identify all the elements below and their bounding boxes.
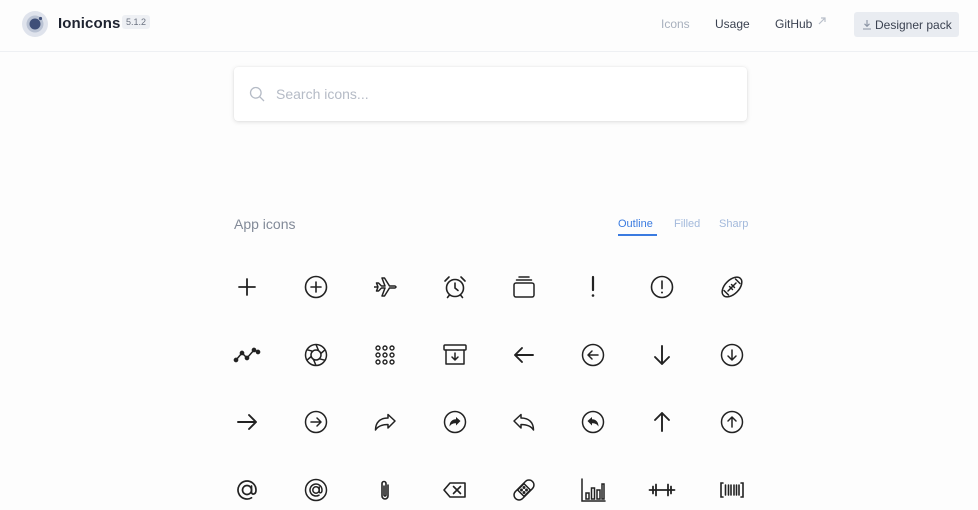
arrow-forward-circle-icon[interactable] [301, 407, 331, 437]
top-header: Ionicons 5.1.2 Icons Usage GitHub Design… [0, 0, 978, 52]
american-football-icon[interactable] [717, 272, 747, 302]
barcode-icon[interactable] [717, 475, 747, 505]
arrow-undo-circle-icon[interactable] [578, 407, 608, 437]
arrow-down-icon[interactable] [647, 340, 677, 370]
version-badge: 5.1.2 [122, 15, 151, 29]
arrow-redo-icon[interactable] [370, 407, 400, 437]
external-link-icon [818, 17, 826, 25]
archive-icon[interactable] [440, 340, 470, 370]
alert-icon[interactable] [578, 272, 608, 302]
bandage-icon[interactable] [509, 475, 539, 505]
aperture-icon[interactable] [301, 340, 331, 370]
arrow-forward-icon[interactable] [232, 407, 262, 437]
search-icon [249, 86, 265, 102]
designer-pack-label: Designer pack [875, 18, 952, 32]
airplane-icon[interactable] [370, 272, 400, 302]
brand-name[interactable]: Ionicons [58, 15, 120, 32]
bar-chart-icon[interactable] [578, 475, 608, 505]
section-title: App icons [234, 216, 296, 232]
active-tab-underline [618, 234, 657, 236]
tab-outline[interactable]: Outline [618, 218, 657, 236]
designer-pack-button[interactable]: Designer pack [854, 12, 959, 37]
nav-github-link[interactable]: GitHub [775, 17, 812, 31]
download-icon [863, 20, 871, 30]
search-box[interactable] [234, 67, 747, 121]
add-icon[interactable] [232, 272, 262, 302]
tab-filled[interactable]: Filled [674, 218, 700, 230]
ionicons-logo-icon[interactable] [21, 10, 49, 38]
analytics-icon[interactable] [232, 340, 262, 370]
alert-circle-icon[interactable] [647, 272, 677, 302]
backspace-icon[interactable] [440, 475, 470, 505]
tab-sharp[interactable]: Sharp [719, 218, 748, 230]
arrow-up-circle-icon[interactable] [717, 407, 747, 437]
alarm-icon[interactable] [440, 272, 470, 302]
barbell-icon[interactable] [647, 475, 677, 505]
arrow-back-circle-icon[interactable] [578, 340, 608, 370]
arrow-undo-icon[interactable] [509, 407, 539, 437]
arrow-down-circle-icon[interactable] [717, 340, 747, 370]
at-icon[interactable] [232, 475, 262, 505]
add-circle-icon[interactable] [301, 272, 331, 302]
tab-outline-label: Outline [618, 218, 653, 230]
arrow-redo-circle-icon[interactable] [440, 407, 470, 437]
nav-icons-link[interactable]: Icons [661, 17, 690, 31]
arrow-back-icon[interactable] [509, 340, 539, 370]
albums-icon[interactable] [509, 272, 539, 302]
at-circle-icon[interactable] [301, 475, 331, 505]
nav-usage-link[interactable]: Usage [715, 17, 750, 31]
attach-icon[interactable] [370, 475, 400, 505]
search-input[interactable] [276, 81, 726, 107]
arrow-up-icon[interactable] [647, 407, 677, 437]
apps-icon[interactable] [370, 340, 400, 370]
